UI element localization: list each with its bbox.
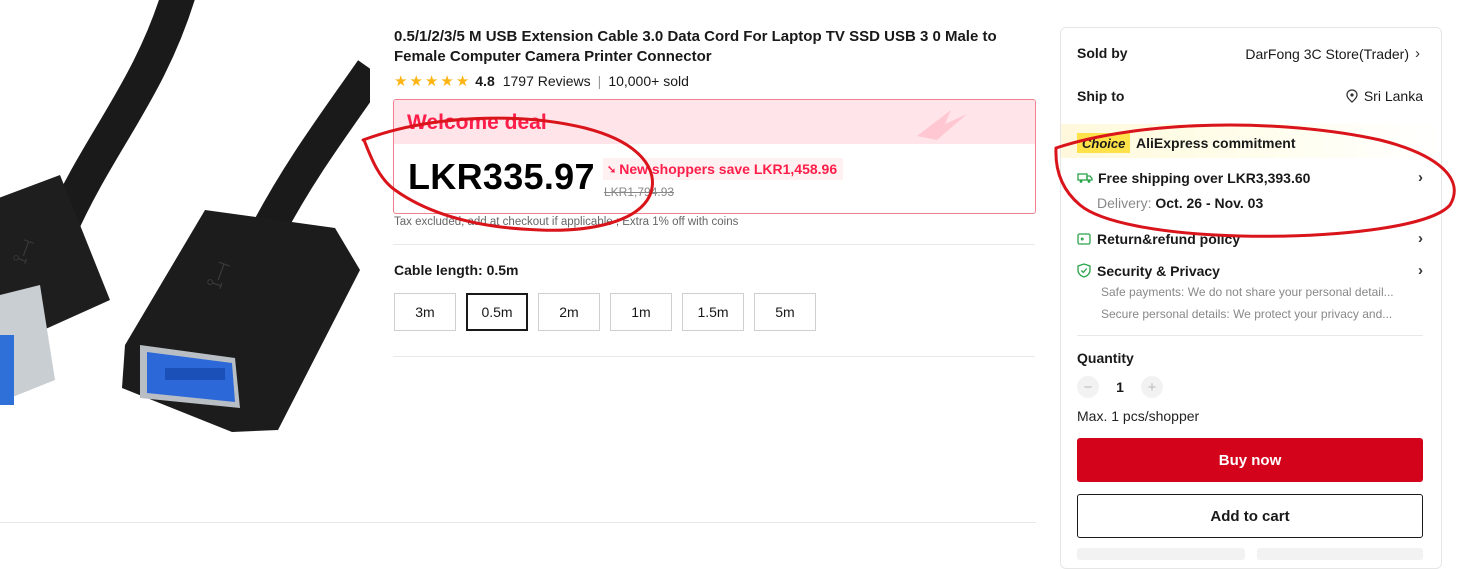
divider xyxy=(393,244,1035,245)
ship-to-country: Sri Lanka xyxy=(1363,88,1423,104)
truck-icon xyxy=(1077,172,1093,183)
tax-note: Tax excluded, add at checkout if applica… xyxy=(394,216,739,228)
divider xyxy=(0,522,1036,523)
chevron-right-icon: › xyxy=(1418,230,1423,247)
product-image[interactable]: ⟟⟞ ⟟⟞ xyxy=(0,0,370,470)
variant-label-key: Cable length: xyxy=(394,262,483,278)
secure-details-note: Secure personal details: We protect your… xyxy=(1101,307,1393,321)
safe-payments-note: Safe payments: We do not share your pers… xyxy=(1101,285,1394,299)
star-icon: ★ xyxy=(455,73,470,90)
return-policy-row[interactable]: Return&refund policy › xyxy=(1077,230,1423,247)
variant-option[interactable]: 1m xyxy=(610,293,672,331)
deal-decoration-icon xyxy=(917,110,967,140)
sold-by-label: Sold by xyxy=(1077,45,1128,61)
add-to-cart-button[interactable]: Add to cart xyxy=(1077,494,1423,538)
star-icon: ★ xyxy=(424,73,439,90)
save-tag: ➘ New shoppers save LKR1,458.96 xyxy=(603,158,844,180)
star-icon: ★ xyxy=(394,73,408,90)
aliexpress-commitment: AliExpress commitment xyxy=(1136,135,1296,151)
security-privacy-row[interactable]: Security & Privacy › xyxy=(1077,262,1423,279)
delivery-info: Delivery: Oct. 26 - Nov. 03 xyxy=(1097,195,1263,211)
ship-to-label: Ship to xyxy=(1077,88,1125,104)
separator: | xyxy=(597,73,602,89)
shield-icon xyxy=(1077,263,1091,278)
free-shipping-row[interactable]: Free shipping over LKR3,393.60 › xyxy=(1077,169,1423,186)
reviews-link[interactable]: 1797 Reviews xyxy=(503,73,591,89)
star-icon: ★ xyxy=(440,73,454,90)
deal-title: Welcome deal xyxy=(407,111,547,134)
store-name: DarFong 3C Store(Trader) xyxy=(1245,45,1409,62)
security-privacy-text: Security & Privacy xyxy=(1097,262,1220,279)
rating-value: 4.8 xyxy=(475,73,495,89)
product-title: 0.5/1/2/3/5 M USB Extension Cable 3.0 Da… xyxy=(394,28,997,65)
rating-row: ★ ★ ★ ★ ★ 4.8 1797 Reviews | 10,000+ sol… xyxy=(394,72,689,90)
variant-label: Cable length: 0.5m xyxy=(394,262,518,278)
delivery-label: Delivery: xyxy=(1097,195,1152,211)
choice-badge: Choice xyxy=(1077,133,1131,153)
free-shipping-text: Free shipping over LKR3,393.60 xyxy=(1098,169,1311,186)
variant-options: 3m 0.5m 2m 1m 1.5m 5m xyxy=(394,293,826,331)
quantity-value[interactable]: 1 xyxy=(1099,379,1141,395)
original-price: LKR1,794.93 xyxy=(604,185,675,199)
variant-selected-value: 0.5m xyxy=(486,262,519,278)
location-pin-icon xyxy=(1346,89,1358,103)
chevron-right-icon: › xyxy=(1418,169,1423,186)
secondary-button[interactable] xyxy=(1257,548,1423,560)
buy-now-button[interactable]: Buy now xyxy=(1077,438,1423,482)
star-icon: ★ xyxy=(409,73,423,90)
divider xyxy=(393,356,1035,357)
ship-to-selector[interactable]: Sri Lanka xyxy=(1346,88,1423,104)
max-quantity-note: Max. 1 pcs/shopper xyxy=(1077,408,1200,424)
variant-option[interactable]: 2m xyxy=(538,293,600,331)
decrease-quantity-button[interactable]: − xyxy=(1077,376,1099,398)
variant-option[interactable]: 5m xyxy=(754,293,816,331)
quantity-label: Quantity xyxy=(1077,350,1134,366)
variant-option[interactable]: 1.5m xyxy=(682,293,744,331)
secondary-button[interactable] xyxy=(1077,548,1245,560)
return-policy-text: Return&refund policy xyxy=(1097,230,1241,247)
down-arrow-icon: ➘ xyxy=(607,163,617,176)
variant-option-selected[interactable]: 0.5m xyxy=(466,293,528,331)
increase-quantity-button[interactable]: + xyxy=(1141,376,1163,398)
sold-count: 10,000+ sold xyxy=(608,73,689,89)
current-price: LKR335.97 xyxy=(408,156,595,197)
delivery-dates: Oct. 26 - Nov. 03 xyxy=(1155,195,1264,211)
quantity-stepper: − 1 + xyxy=(1077,376,1163,398)
chevron-right-icon: › xyxy=(1415,45,1420,62)
chevron-right-icon: › xyxy=(1418,262,1423,279)
save-text: New shoppers save LKR1,458.96 xyxy=(619,161,838,177)
variant-option[interactable]: 3m xyxy=(394,293,456,331)
store-link[interactable]: DarFong 3C Store(Trader) › xyxy=(1245,45,1420,62)
divider xyxy=(1077,335,1423,336)
return-icon xyxy=(1077,233,1091,245)
welcome-deal-box: Welcome deal LKR335.97 ➘ New shoppers sa… xyxy=(393,99,1036,214)
